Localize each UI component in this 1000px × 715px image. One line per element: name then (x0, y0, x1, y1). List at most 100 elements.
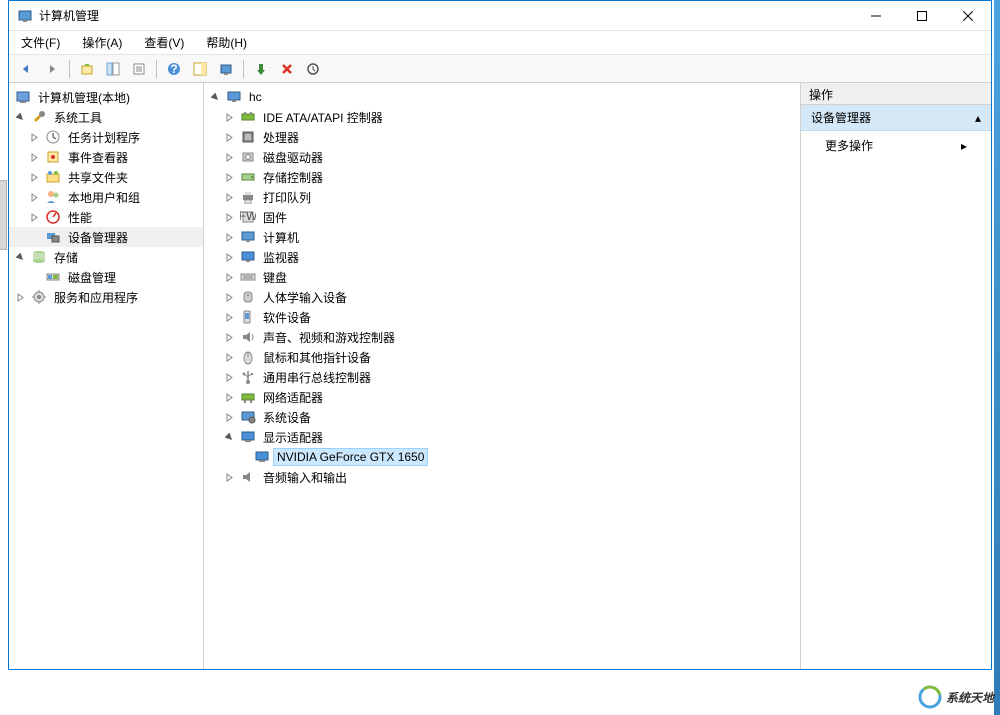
minimize-button[interactable] (853, 1, 899, 31)
tree-device-manager[interactable]: 设备管理器 (9, 227, 203, 247)
content-area: 计算机管理(本地) 系统工具 任务计划程序 事件查看器 共享文件夹 本地用户和组… (9, 83, 991, 669)
close-button[interactable] (945, 1, 991, 31)
device-category[interactable]: 系统设备 (204, 407, 800, 427)
up-button[interactable] (76, 58, 98, 80)
device-category[interactable]: 声音、视频和游戏控制器 (204, 327, 800, 347)
expand-icon[interactable] (27, 150, 41, 164)
navigation-tree[interactable]: 计算机管理(本地) 系统工具 任务计划程序 事件查看器 共享文件夹 本地用户和组… (9, 83, 204, 669)
expand-icon[interactable] (222, 250, 236, 264)
tree-storage[interactable]: 存储 (9, 247, 203, 267)
expand-icon[interactable] (222, 330, 236, 344)
expand-icon[interactable] (27, 130, 41, 144)
device-category[interactable]: IDE ATA/ATAPI 控制器 (204, 107, 800, 127)
expand-icon[interactable] (222, 470, 236, 484)
device-category[interactable]: 存储控制器 (204, 167, 800, 187)
expand-icon[interactable] (222, 290, 236, 304)
tree-task-scheduler[interactable]: 任务计划程序 (9, 127, 203, 147)
collapse-icon[interactable] (13, 250, 27, 264)
tree-event-viewer[interactable]: 事件查看器 (9, 147, 203, 167)
display-icon (240, 429, 256, 445)
watermark-icon (918, 685, 942, 709)
expand-icon[interactable] (13, 290, 27, 304)
scan-button[interactable] (215, 58, 237, 80)
toolbar: ? (9, 55, 991, 83)
show-hide-tree-button[interactable] (102, 58, 124, 80)
tree-root[interactable]: 计算机管理(本地) (9, 87, 203, 107)
tree-services[interactable]: 服务和应用程序 (9, 287, 203, 307)
device-category[interactable]: 网络适配器 (204, 387, 800, 407)
collapse-icon[interactable] (13, 110, 27, 124)
main-window: 计算机管理 文件(F) 操作(A) 查看(V) 帮助(H) ? (8, 0, 992, 670)
device-category[interactable]: 音频输入和输出 (204, 467, 800, 487)
expand-icon[interactable] (222, 150, 236, 164)
expand-icon[interactable] (27, 210, 41, 224)
monitor-icon (240, 249, 256, 265)
tree-system-tools[interactable]: 系统工具 (9, 107, 203, 127)
uninstall-button[interactable] (276, 58, 298, 80)
action-pane-button[interactable] (189, 58, 211, 80)
expand-icon[interactable] (27, 190, 41, 204)
menu-action[interactable]: 操作(A) (78, 32, 126, 53)
device-category[interactable]: 磁盘驱动器 (204, 147, 800, 167)
app-icon (17, 8, 33, 24)
expand-icon[interactable] (222, 410, 236, 424)
computer-mgmt-icon (15, 89, 31, 105)
menu-file[interactable]: 文件(F) (17, 32, 64, 53)
menu-help[interactable]: 帮助(H) (202, 32, 251, 53)
expand-icon[interactable] (222, 190, 236, 204)
expand-icon[interactable] (222, 110, 236, 124)
properties-button[interactable] (128, 58, 150, 80)
enable-button[interactable] (250, 58, 272, 80)
more-actions[interactable]: 更多操作 ▸ (801, 131, 991, 160)
collapse-triangle-icon: ▴ (975, 111, 981, 125)
window-title: 计算机管理 (39, 7, 853, 24)
device-category[interactable]: 监视器 (204, 247, 800, 267)
computer-icon (226, 89, 242, 105)
device-tree[interactable]: hc IDE ATA/ATAPI 控制器 处理器 磁盘驱动器 存储控制器 (204, 83, 801, 669)
device-category[interactable]: 键盘 (204, 267, 800, 287)
device-root[interactable]: hc (204, 87, 800, 107)
back-button[interactable] (15, 58, 37, 80)
expand-icon[interactable] (222, 170, 236, 184)
storage-icon (31, 249, 47, 265)
expand-icon[interactable] (222, 130, 236, 144)
device-item[interactable]: NVIDIA GeForce GTX 1650 (204, 447, 800, 467)
titlebar[interactable]: 计算机管理 (9, 1, 991, 31)
collapse-icon[interactable] (222, 430, 236, 444)
sound-icon (240, 329, 256, 345)
tree-performance[interactable]: 性能 (9, 207, 203, 227)
tree-shared-folders[interactable]: 共享文件夹 (9, 167, 203, 187)
update-button[interactable] (302, 58, 324, 80)
expand-icon[interactable] (222, 390, 236, 404)
device-category[interactable]: 人体学输入设备 (204, 287, 800, 307)
device-category[interactable]: 计算机 (204, 227, 800, 247)
printer-icon (240, 189, 256, 205)
toolbar-separator (243, 60, 244, 78)
help-button[interactable]: ? (163, 58, 185, 80)
expand-icon[interactable] (222, 230, 236, 244)
toolbar-separator (156, 60, 157, 78)
expand-icon[interactable] (222, 270, 236, 284)
toolbar-separator (69, 60, 70, 78)
forward-button[interactable] (41, 58, 63, 80)
device-category[interactable]: FW 固件 (204, 207, 800, 227)
device-category[interactable]: 通用串行总线控制器 (204, 367, 800, 387)
expand-icon[interactable] (222, 370, 236, 384)
device-category[interactable]: 软件设备 (204, 307, 800, 327)
cpu-icon (240, 129, 256, 145)
actions-section[interactable]: 设备管理器 ▴ (801, 105, 991, 131)
expand-icon[interactable] (222, 310, 236, 324)
expand-icon[interactable] (222, 210, 236, 224)
expand-icon[interactable] (27, 170, 41, 184)
collapse-icon[interactable] (208, 90, 222, 104)
maximize-button[interactable] (899, 1, 945, 31)
device-category[interactable]: 显示适配器 (204, 427, 800, 447)
tree-disk-mgmt[interactable]: 磁盘管理 (9, 267, 203, 287)
background-edge (994, 0, 1000, 715)
menu-view[interactable]: 查看(V) (140, 32, 188, 53)
device-category[interactable]: 打印队列 (204, 187, 800, 207)
expand-icon[interactable] (222, 350, 236, 364)
device-category[interactable]: 处理器 (204, 127, 800, 147)
tree-local-users[interactable]: 本地用户和组 (9, 187, 203, 207)
device-category[interactable]: 鼠标和其他指针设备 (204, 347, 800, 367)
